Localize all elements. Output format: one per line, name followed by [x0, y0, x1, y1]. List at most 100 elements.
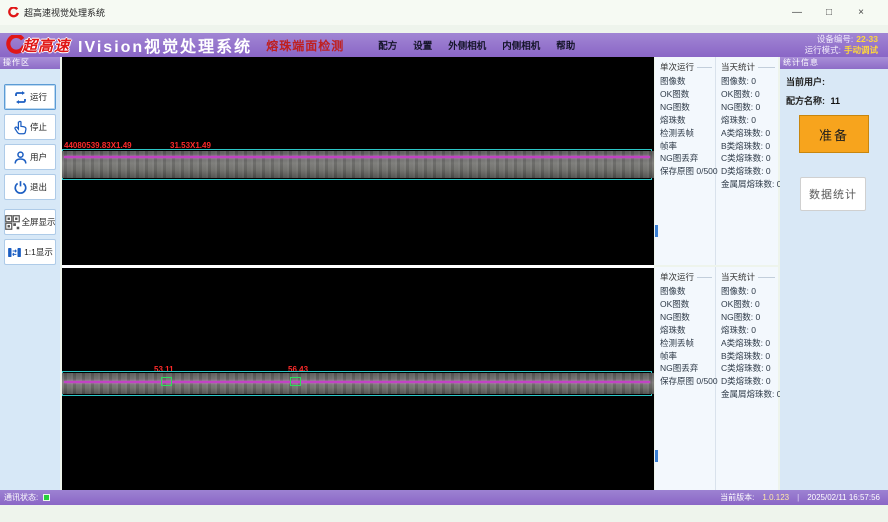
minimize-button[interactable]: —: [790, 7, 804, 18]
close-button[interactable]: ×: [854, 7, 868, 18]
daily-stats-title: 当天统计: [721, 61, 778, 73]
status-bar: 通讯状态: 当前版本: 1.0.123 | 2025/02/11 16:57:5…: [0, 490, 888, 505]
stat-row: A类熔珠数: 0: [721, 127, 778, 140]
maximize-button[interactable]: □: [822, 7, 836, 18]
current-user-row: 当前用户:: [786, 75, 888, 88]
scroll-indicator: [655, 450, 658, 462]
one-to-one-icon: [7, 245, 22, 260]
stat-row: OK图数: [660, 88, 715, 101]
weld-strip-image: [62, 373, 654, 394]
stat-row: NG图数: 0: [721, 311, 778, 324]
stat-row: 检测丢帧: [660, 337, 715, 350]
run-button[interactable]: 运行: [4, 84, 56, 110]
one-to-one-button[interactable]: 1:1显示: [4, 239, 56, 265]
version-label: 当前版本:: [720, 492, 754, 503]
stat-row: B类熔珠数: 0: [721, 140, 778, 153]
window-titlebar: 超高速视觉处理系统 — □ ×: [0, 0, 888, 25]
stat-row: 熔珠数: 0: [721, 114, 778, 127]
data-statistics-button[interactable]: 数据统计: [800, 177, 866, 211]
stat-row: NG图数: [660, 101, 715, 114]
stat-row: 图像数: [660, 75, 715, 88]
exit-button[interactable]: 退出: [4, 174, 56, 200]
device-id-value: 22-33: [856, 34, 878, 44]
scroll-indicator: [655, 225, 658, 237]
user-button[interactable]: 用户: [4, 144, 56, 170]
daily-stats-title: 当天统计: [721, 271, 778, 283]
comm-status-led: [43, 494, 50, 501]
single-run-title: 单次运行: [660, 271, 715, 283]
magenta-marker-line: [64, 381, 650, 383]
stat-row: 熔珠数: 0: [721, 324, 778, 337]
single-run-title: 单次运行: [660, 61, 715, 73]
menu-outer-camera[interactable]: 外侧相机: [448, 38, 486, 52]
fullscreen-button-label: 全屏显示: [22, 216, 56, 228]
stat-row: OK图数: [660, 298, 715, 311]
recipe-value: 11: [831, 96, 841, 106]
current-user-label: 当前用户:: [786, 77, 825, 87]
single-run-stats: 单次运行 图像数 OK图数 NG图数 熔珠数 检测丢帧 帧率 NG图丢弃 保存原…: [655, 267, 716, 490]
run-button-label: 运行: [30, 91, 47, 103]
stats-panel-bottom: 单次运行 图像数 OK图数 NG图数 熔珠数 检测丢帧 帧率 NG图丢弃 保存原…: [655, 267, 778, 490]
app-header: 超高速 IVision视觉处理系统 熔珠端面检测 配方 设置 外侧相机 内侧相机…: [0, 33, 888, 57]
stat-row: 图像数: 0: [721, 75, 778, 88]
power-icon: [13, 180, 28, 195]
version-value: 1.0.123: [762, 493, 789, 502]
stop-button[interactable]: 停止: [4, 114, 56, 140]
inner-camera-image[interactable]: 53.11 56.43: [62, 268, 654, 490]
stat-row: NG图数: [660, 311, 715, 324]
info-panel: 统计信息 当前用户: 配方名称: 11 准备 数据统计: [780, 57, 888, 490]
stat-row: 图像数: 0: [721, 285, 778, 298]
info-panel-title: 统计信息: [780, 57, 888, 69]
menu-help[interactable]: 帮助: [556, 38, 575, 52]
outer-camera-image[interactable]: 44080539.83X1.49 31.53X1.49: [62, 57, 654, 265]
menu-inner-camera[interactable]: 内侧相机: [502, 38, 540, 52]
recipe-label: 配方名称:: [786, 96, 825, 106]
stop-button-label: 停止: [30, 121, 47, 133]
stat-row: OK图数: 0: [721, 88, 778, 101]
fullscreen-grid-icon: [5, 215, 20, 230]
menu-settings[interactable]: 设置: [413, 38, 432, 52]
stat-row: 熔珠数: [660, 114, 715, 127]
run-mode-label: 运行模式:: [805, 45, 841, 55]
main-menu: 配方 设置 外侧相机 内侧相机 帮助: [378, 38, 575, 52]
stat-row: D类熔珠数: 0: [721, 165, 778, 178]
device-info: 设备编号:22-33 运行模式:手动调试: [805, 34, 878, 56]
stat-row: NG图丢弃: [660, 152, 715, 165]
app-window: 超高速视觉处理系统 — □ × 超高速 IVision视觉处理系统 熔珠端面检测…: [0, 0, 888, 522]
stats-panel-top: 单次运行 图像数 OK图数 NG图数 熔珠数 检测丢帧 帧率 NG图丢弃 保存原…: [655, 57, 778, 265]
stat-row: NG图丢弃: [660, 362, 715, 375]
recipe-row: 配方名称: 11: [786, 94, 888, 107]
menu-recipe[interactable]: 配方: [378, 38, 397, 52]
stat-row: D类熔珠数: 0: [721, 375, 778, 388]
user-button-label: 用户: [30, 151, 47, 163]
stat-row: 帧率: [660, 350, 715, 363]
comm-status-label: 通讯状态:: [4, 492, 38, 503]
prepare-button[interactable]: 准备: [799, 115, 869, 153]
stat-row: B类熔珠数: 0: [721, 350, 778, 363]
stat-row: 检测丢帧: [660, 127, 715, 140]
stat-row: C类熔珠数: 0: [721, 152, 778, 165]
app-logo-icon: [8, 7, 19, 18]
separator: |: [797, 493, 799, 502]
stat-row: C类熔珠数: 0: [721, 362, 778, 375]
window-title: 超高速视觉处理系统: [24, 6, 105, 19]
brand-text: 超高速: [22, 35, 70, 56]
brand-logo: 超高速: [6, 35, 70, 56]
stat-row: 保存原图 0/500: [660, 165, 715, 178]
fullscreen-button[interactable]: 全屏显示: [4, 209, 56, 235]
single-run-stats: 单次运行 图像数 OK图数 NG图数 熔珠数 检测丢帧 帧率 NG图丢弃 保存原…: [655, 57, 716, 265]
stat-row: OK图数: 0: [721, 298, 778, 311]
device-id-label: 设备编号:: [817, 34, 853, 44]
user-icon: [13, 150, 28, 165]
stat-row: 帧率: [660, 140, 715, 153]
stat-row: 图像数: [660, 285, 715, 298]
run-cycle-icon: [13, 90, 28, 105]
stat-row: 金属屑熔珠数: 0: [721, 178, 778, 191]
exit-button-label: 退出: [30, 181, 47, 193]
stat-row: NG图数: 0: [721, 101, 778, 114]
one-to-one-button-label: 1:1显示: [24, 246, 53, 258]
camera-viewer: 44080539.83X1.49 31.53X1.49 53.11 56.43: [62, 57, 654, 490]
stat-row: 熔珠数: [660, 324, 715, 337]
stop-hand-icon: [13, 120, 28, 135]
operation-sidebar: 操作区 运行 停止 用户: [0, 57, 60, 490]
